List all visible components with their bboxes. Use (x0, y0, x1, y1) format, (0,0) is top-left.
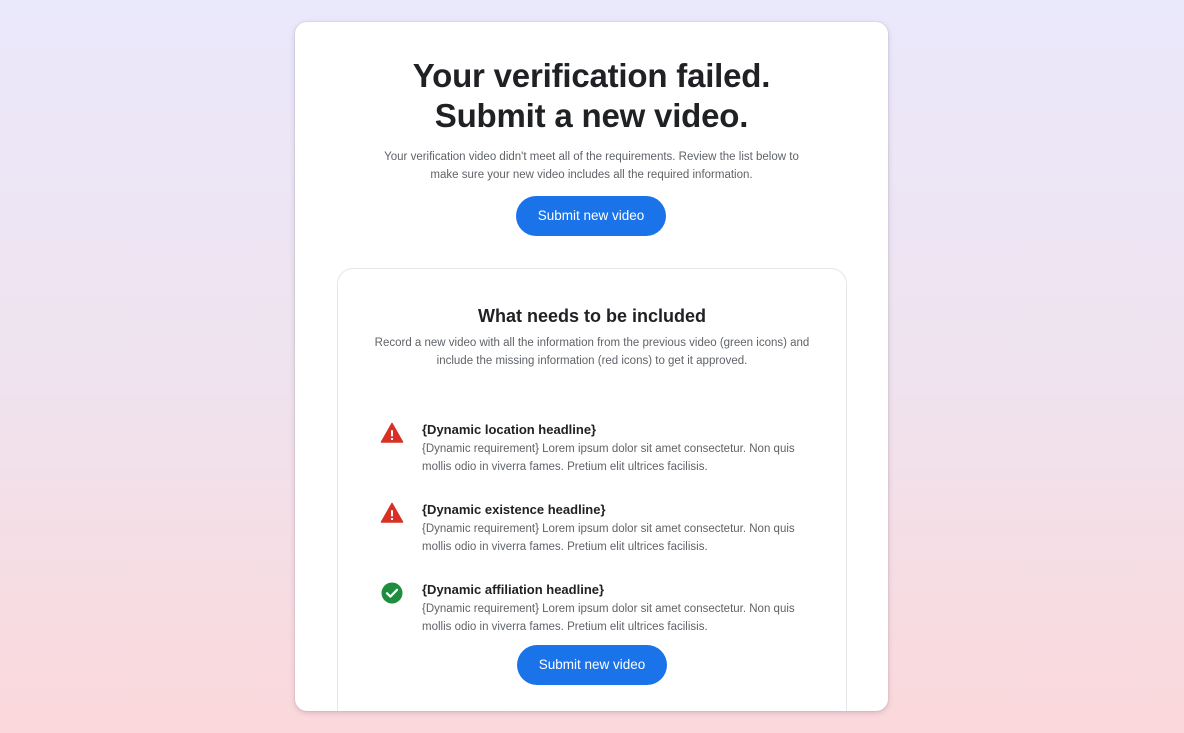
requirements-title: What needs to be included (477, 306, 706, 326)
page-title-line-1: Your verification failed. (412, 57, 771, 94)
submit-new-video-button[interactable]: Submit new video (516, 196, 666, 236)
requirement-body: {Dynamic requirement} Lorem ipsum dolor … (422, 443, 795, 473)
requirement-item-affiliation: {Dynamic affiliation headline} {Dynamic … (380, 581, 820, 641)
check-circle-icon (380, 581, 404, 605)
requirement-headline: {Dynamic affiliation headline} (422, 582, 605, 597)
page-title-line-2: Submit a new video. (434, 97, 749, 134)
requirement-headline: {Dynamic location headline} (422, 422, 597, 437)
page-description: Your verification video didn't meet all … (384, 151, 799, 181)
submit-new-video-bottom-button[interactable]: Submit new video (517, 645, 667, 685)
warning-icon (380, 501, 404, 525)
requirement-body: {Dynamic requirement} Lorem ipsum dolor … (422, 523, 795, 553)
requirement-item-location: {Dynamic location headline} {Dynamic req… (380, 421, 820, 481)
warning-icon (380, 421, 404, 445)
requirements-description: Record a new video with all the informat… (374, 337, 810, 367)
verification-card: Your verification failed. Submit a new v… (295, 22, 888, 711)
requirements-panel: What needs to be included Record a new v… (337, 268, 847, 711)
page-title: Your verification failed. Submit a new v… (295, 56, 888, 136)
requirement-item-existence: {Dynamic existence headline} {Dynamic re… (380, 501, 820, 561)
requirement-body: {Dynamic requirement} Lorem ipsum dolor … (422, 603, 795, 633)
requirement-headline: {Dynamic existence headline} (422, 502, 606, 517)
